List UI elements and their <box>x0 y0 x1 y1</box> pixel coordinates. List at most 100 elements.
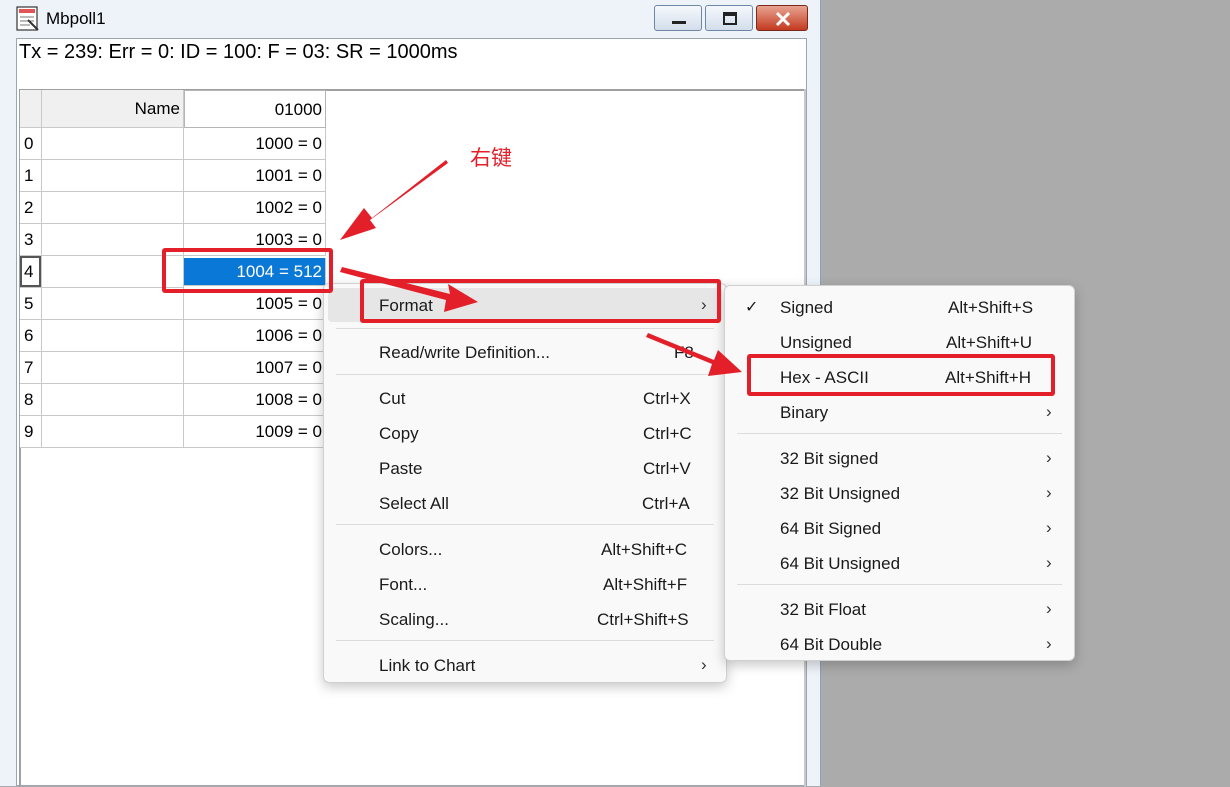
register-value-cell[interactable]: 1001 = 0 <box>184 160 326 192</box>
menu-item-signed[interactable]: ✓ Signed Alt+Shift+S <box>729 290 1070 324</box>
register-value-cell[interactable]: 1002 = 0 <box>184 192 326 224</box>
status-line: Tx = 239: Err = 0: ID = 100: F = 03: SR … <box>19 41 458 63</box>
menu-shortcut: Ctrl+A <box>642 494 690 513</box>
menu-separator <box>336 640 714 641</box>
close-icon <box>775 11 791 27</box>
menu-label: Paste <box>379 459 423 478</box>
menu-item-link-to-chart[interactable]: Link to Chart › <box>328 648 722 682</box>
row-index[interactable]: 7 <box>20 352 42 384</box>
chevron-right-icon: › <box>1046 483 1052 502</box>
title-bar[interactable]: Mbpoll1 <box>0 0 820 38</box>
menu-shortcut: Ctrl+C <box>643 424 692 443</box>
menu-shortcut: Alt+Shift+C <box>601 540 687 559</box>
menu-label: Scaling... <box>379 610 449 629</box>
annotation-right-click-label: 右键 <box>470 146 512 170</box>
menu-separator <box>336 524 714 525</box>
menu-label: 32 Bit Unsigned <box>780 484 901 503</box>
row-index[interactable]: 2 <box>20 192 42 224</box>
register-value-cell[interactable]: 1000 = 0 <box>184 128 326 160</box>
corner-header <box>20 90 42 128</box>
menu-label: Font... <box>379 575 428 594</box>
menu-item-64-bit-unsigned[interactable]: 64 Bit Unsigned › <box>729 546 1070 580</box>
menu-item-select-all[interactable]: Select All Ctrl+A <box>328 486 722 520</box>
menu-shortcut: Alt+Shift+S <box>948 298 1034 317</box>
menu-label: 64 Bit Signed <box>780 519 882 538</box>
menu-shortcut: Alt+Shift+U <box>946 333 1032 352</box>
menu-label: 64 Bit Double <box>780 635 883 654</box>
name-cell[interactable] <box>42 128 184 160</box>
name-cell[interactable] <box>42 288 184 320</box>
window-title: Mbpoll1 <box>46 9 106 28</box>
highlight-hex-ascii-item <box>747 354 1055 396</box>
register-value-cell[interactable]: 1007 = 0 <box>184 352 326 384</box>
maximize-button[interactable] <box>705 5 753 31</box>
name-cell[interactable] <box>42 352 184 384</box>
row-index[interactable]: 8 <box>20 384 42 416</box>
menu-label: Binary <box>780 403 829 422</box>
row-index[interactable]: 3 <box>20 224 42 256</box>
chevron-right-icon: › <box>1046 634 1052 653</box>
name-cell[interactable] <box>42 416 184 448</box>
menu-item-scaling[interactable]: Scaling... Ctrl+Shift+S <box>328 602 722 636</box>
menu-separator <box>336 328 714 329</box>
menu-label: Cut <box>379 389 406 408</box>
name-cell[interactable] <box>42 384 184 416</box>
name-cell[interactable] <box>42 160 184 192</box>
menu-separator <box>737 584 1062 585</box>
close-button[interactable] <box>756 5 808 31</box>
menu-item-binary[interactable]: Binary › <box>729 395 1070 429</box>
menu-item-font[interactable]: Font... Alt+Shift+F <box>328 567 722 601</box>
row-index[interactable]: 0 <box>20 128 42 160</box>
chevron-right-icon: › <box>1046 553 1052 572</box>
document-icon[interactable] <box>16 6 40 32</box>
chevron-right-icon: › <box>1046 518 1052 537</box>
menu-item-64-bit-double[interactable]: 64 Bit Double › <box>729 627 1070 661</box>
menu-item-32-bit-unsigned[interactable]: 32 Bit Unsigned › <box>729 476 1070 510</box>
chevron-right-icon: › <box>1046 402 1052 421</box>
row-index[interactable]: 6 <box>20 320 42 352</box>
menu-item-64-bit-signed[interactable]: 64 Bit Signed › <box>729 511 1070 545</box>
menu-item-copy[interactable]: Copy Ctrl+C <box>328 416 722 450</box>
menu-separator <box>336 374 714 375</box>
minimize-button[interactable] <box>654 5 702 31</box>
menu-shortcut: Ctrl+Shift+S <box>597 610 689 629</box>
register-value-cell[interactable]: 1006 = 0 <box>184 320 326 352</box>
menu-label: Signed <box>780 298 833 317</box>
menu-label: Colors... <box>379 540 443 559</box>
menu-label: 32 Bit Float <box>780 600 866 619</box>
menu-label: Unsigned <box>780 333 852 352</box>
menu-item-paste[interactable]: Paste Ctrl+V <box>328 451 722 485</box>
name-column-header[interactable]: Name <box>42 90 184 128</box>
menu-item-read-write-definition[interactable]: Read/write Definition... F8 <box>328 335 722 369</box>
row-index[interactable]: 9 <box>20 416 42 448</box>
menu-shortcut: Ctrl+X <box>643 389 691 408</box>
context-menu: Format › Read/write Definition... F8 Cut… <box>323 283 727 683</box>
menu-item-32-bit-float[interactable]: 32 Bit Float › <box>729 592 1070 626</box>
row-index[interactable]: 5 <box>20 288 42 320</box>
name-cell[interactable] <box>42 320 184 352</box>
menu-item-cut[interactable]: Cut Ctrl+X <box>328 381 722 415</box>
register-value-cell[interactable]: 1008 = 0 <box>184 384 326 416</box>
register-value-cell[interactable]: 1009 = 0 <box>184 416 326 448</box>
menu-label: Select All <box>379 494 449 513</box>
menu-item-32-bit-signed[interactable]: 32 Bit signed › <box>729 441 1070 475</box>
menu-label: Link to Chart <box>379 656 476 675</box>
chevron-right-icon: › <box>701 655 707 674</box>
menu-label: Copy <box>379 424 419 443</box>
name-cell[interactable] <box>42 192 184 224</box>
format-submenu: ✓ Signed Alt+Shift+S Unsigned Alt+Shift+… <box>724 285 1075 661</box>
menu-label: Read/write Definition... <box>379 343 551 362</box>
menu-label: 32 Bit signed <box>780 449 879 468</box>
checkmark-icon: ✓ <box>745 299 759 316</box>
highlight-format-item <box>360 279 721 323</box>
highlight-selected-cell <box>162 248 333 293</box>
menu-label: 64 Bit Unsigned <box>780 554 901 573</box>
row-index[interactable]: 1 <box>20 160 42 192</box>
minimize-icon <box>672 21 686 24</box>
chevron-right-icon: › <box>1046 599 1052 618</box>
menu-shortcut: F8 <box>674 343 694 362</box>
menu-separator <box>737 433 1062 434</box>
address-column-header[interactable]: 01000 <box>184 90 326 128</box>
row-index[interactable]: 4 <box>20 256 42 288</box>
menu-item-colors[interactable]: Colors... Alt+Shift+C <box>328 532 722 566</box>
